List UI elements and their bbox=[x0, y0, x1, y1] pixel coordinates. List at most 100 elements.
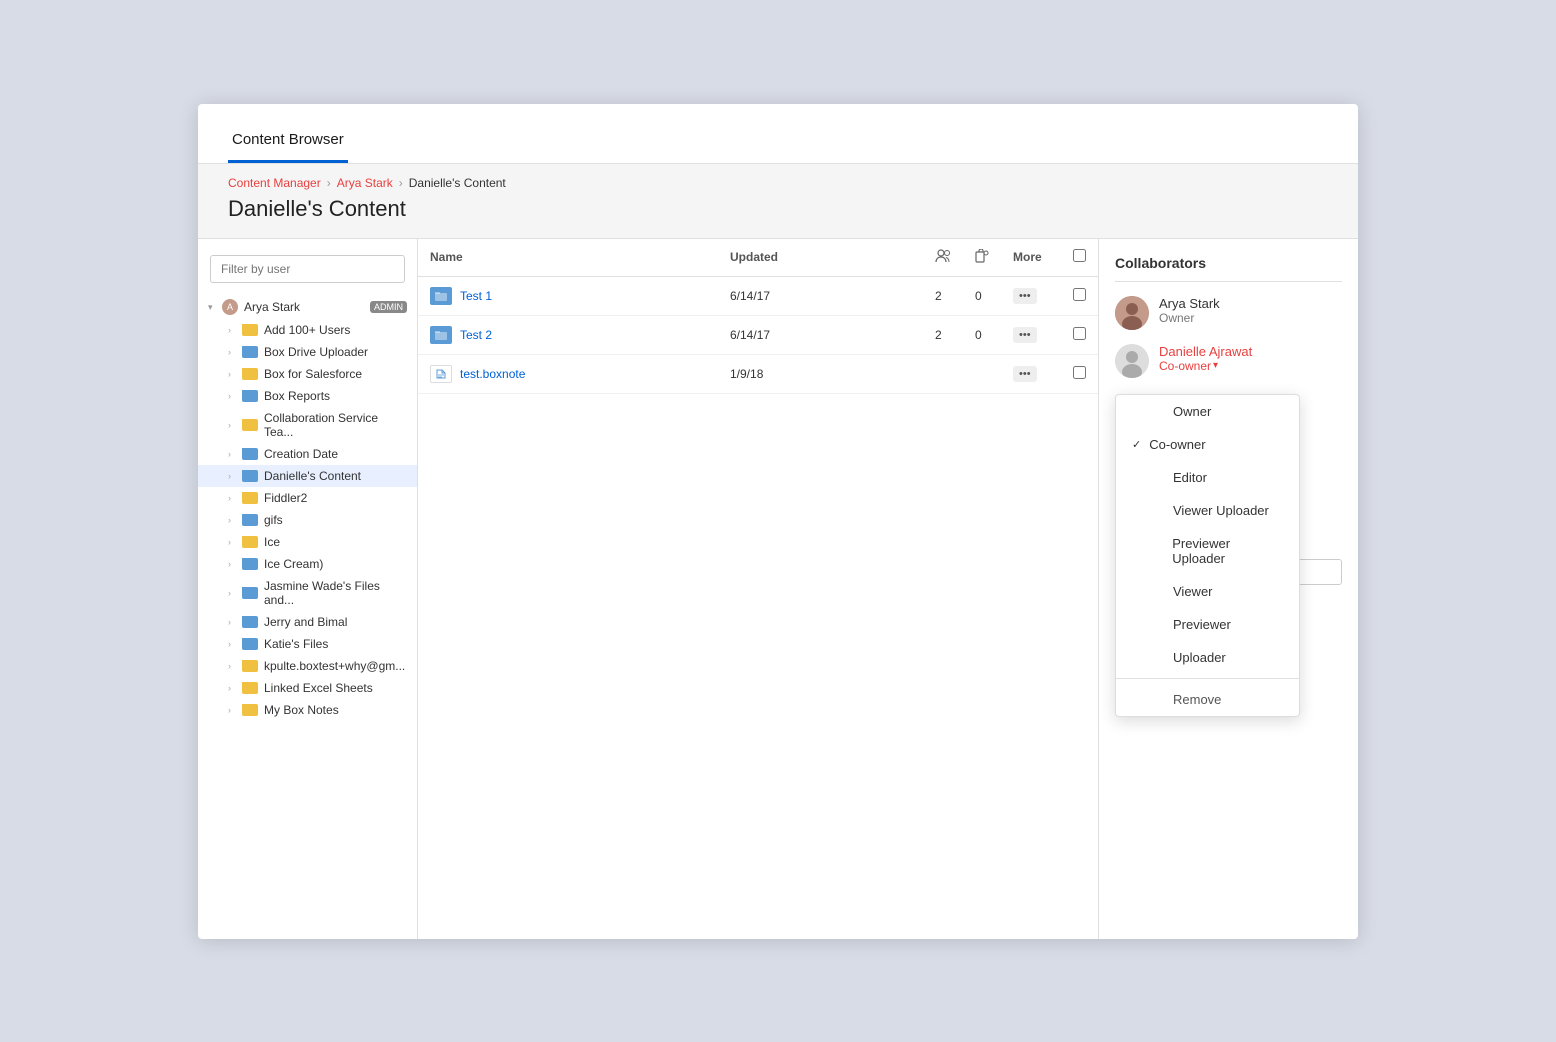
file-collab-test1: 2 bbox=[923, 276, 963, 315]
note-file-icon bbox=[430, 365, 452, 383]
note-shape bbox=[435, 368, 447, 380]
chevron-right-icon: › bbox=[228, 369, 238, 379]
chevron-right-icon: › bbox=[228, 420, 238, 430]
role-dropdown-arrow[interactable]: ▾ bbox=[1213, 360, 1218, 371]
file-updated-boxnote: 1/9/18 bbox=[718, 354, 923, 393]
sidebar-item-add-100-users[interactable]: › Add 100+ Users bbox=[198, 319, 417, 341]
sidebar-label-katies-files: Katie's Files bbox=[264, 637, 407, 651]
file-list: Name Updated bbox=[418, 239, 1098, 939]
sidebar-item-fiddler2[interactable]: › Fiddler2 bbox=[198, 487, 417, 509]
sidebar-item-gifs[interactable]: › gifs bbox=[198, 509, 417, 531]
file-check-test2 bbox=[1061, 315, 1098, 354]
folder-icon bbox=[242, 660, 258, 672]
sidebar-item-danielles-content[interactable]: › Danielle's Content bbox=[198, 465, 417, 487]
shared-icon bbox=[975, 249, 989, 263]
sidebar-label-collaboration-service: Collaboration Service Tea... bbox=[264, 411, 407, 439]
chevron-right-icon: › bbox=[228, 347, 238, 357]
dropdown-item-viewer-uploader[interactable]: Viewer Uploader bbox=[1116, 494, 1299, 527]
collab-role-arya: Owner bbox=[1159, 311, 1220, 325]
folder-blue-icon bbox=[242, 390, 258, 402]
collab-role-danielle[interactable]: Co-owner bbox=[1159, 359, 1211, 373]
collab-info-arya: Arya Stark Owner bbox=[1159, 296, 1220, 325]
folder-blue-icon bbox=[242, 346, 258, 358]
sidebar-item-my-box-notes[interactable]: › My Box Notes bbox=[198, 699, 417, 721]
sidebar-label-ice: Ice bbox=[264, 535, 407, 549]
sidebar-label-creation-date: Creation Date bbox=[264, 447, 407, 461]
sidebar-item-jerry-and-bimal[interactable]: › Jerry and Bimal bbox=[198, 611, 417, 633]
dropdown-item-previewer-uploader[interactable]: Previewer Uploader bbox=[1116, 527, 1299, 575]
sidebar-label-kpulte: kpulte.boxtest+why@gm... bbox=[264, 659, 407, 673]
sidebar-item-kpulte-boxtest[interactable]: › kpulte.boxtest+why@gm... bbox=[198, 655, 417, 677]
col-header-collab bbox=[923, 239, 963, 277]
avatar-danielle-ajrawat bbox=[1115, 344, 1149, 378]
folder-shape bbox=[435, 330, 447, 340]
folder-icon bbox=[242, 682, 258, 694]
dropdown-divider bbox=[1116, 678, 1299, 679]
more-button-test2[interactable]: ••• bbox=[1013, 327, 1037, 343]
file-check-boxnote bbox=[1061, 354, 1098, 393]
table-row: test.boxnote 1/9/18 ••• bbox=[418, 354, 1098, 393]
more-button-boxnote[interactable]: ••• bbox=[1013, 366, 1037, 382]
dropdown-item-remove[interactable]: Remove bbox=[1116, 683, 1299, 716]
checkbox-boxnote[interactable] bbox=[1073, 366, 1086, 379]
collab-name-arya: Arya Stark bbox=[1159, 296, 1220, 311]
sidebar-item-box-for-salesforce[interactable]: › Box for Salesforce bbox=[198, 363, 417, 385]
admin-badge: ADMIN bbox=[370, 301, 407, 313]
sidebar-item-ice-cream[interactable]: › Ice Cream) bbox=[198, 553, 417, 575]
sidebar-item-collaboration-service[interactable]: › Collaboration Service Tea... bbox=[198, 407, 417, 443]
dropdown-item-uploader[interactable]: Uploader bbox=[1116, 641, 1299, 674]
tab-content-browser[interactable]: Content Browser bbox=[228, 119, 348, 163]
table-row: Test 2 6/14/17 2 0 ••• bbox=[418, 315, 1098, 354]
sidebar-item-creation-date[interactable]: › Creation Date bbox=[198, 443, 417, 465]
more-button-test1[interactable]: ••• bbox=[1013, 288, 1037, 304]
file-collab-boxnote bbox=[923, 354, 963, 393]
sidebar-label-gifs: gifs bbox=[264, 513, 407, 527]
collaborators-title: Collaborators bbox=[1115, 255, 1342, 282]
file-updated-test1: 6/14/17 bbox=[718, 276, 923, 315]
avatar-arya-stark bbox=[1115, 296, 1149, 330]
checkbox-test1[interactable] bbox=[1073, 288, 1086, 301]
file-name-cell-test2: Test 2 bbox=[418, 315, 718, 354]
dropdown-item-viewer[interactable]: Viewer bbox=[1116, 575, 1299, 608]
folder-blue-icon bbox=[242, 587, 258, 599]
chevron-down-icon: ▾ bbox=[208, 302, 218, 312]
checkbox-test2[interactable] bbox=[1073, 327, 1086, 340]
breadcrumb-content-manager[interactable]: Content Manager bbox=[228, 176, 321, 190]
breadcrumb-arya-stark[interactable]: Arya Stark bbox=[337, 176, 393, 190]
breadcrumb-section: Content Manager › Arya Stark › Danielle'… bbox=[198, 164, 1358, 239]
file-name-boxnote[interactable]: test.boxnote bbox=[460, 367, 525, 381]
col-header-name: Name bbox=[418, 239, 718, 277]
sidebar: ▾ A Arya Stark ADMIN › Add 100+ Users › … bbox=[198, 239, 418, 939]
sidebar-label-box-drive-uploader: Box Drive Uploader bbox=[264, 345, 407, 359]
folder-file-icon bbox=[430, 287, 452, 305]
file-check-test1 bbox=[1061, 276, 1098, 315]
sidebar-item-linked-excel[interactable]: › Linked Excel Sheets bbox=[198, 677, 417, 699]
dropdown-item-co-owner[interactable]: Co-owner bbox=[1116, 428, 1299, 461]
file-name-test2[interactable]: Test 2 bbox=[460, 328, 492, 342]
folder-icon bbox=[242, 492, 258, 504]
select-all-checkbox[interactable] bbox=[1073, 249, 1086, 262]
breadcrumb-sep-1: › bbox=[327, 176, 331, 190]
sidebar-item-box-drive-uploader[interactable]: › Box Drive Uploader bbox=[198, 341, 417, 363]
filter-input[interactable] bbox=[210, 255, 405, 283]
chevron-right-icon: › bbox=[228, 683, 238, 693]
collaborators-icon bbox=[935, 249, 951, 263]
collaborator-item-danielle: Danielle Ajrawat Co-owner ▾ Owner Co-own… bbox=[1115, 344, 1342, 378]
danielle-avatar bbox=[1115, 344, 1149, 378]
dropdown-item-previewer[interactable]: Previewer bbox=[1116, 608, 1299, 641]
folder-blue-icon bbox=[242, 638, 258, 650]
sidebar-item-jasmine-wade[interactable]: › Jasmine Wade's Files and... bbox=[198, 575, 417, 611]
folder-blue-icon bbox=[242, 470, 258, 482]
sidebar-label-box-for-salesforce: Box for Salesforce bbox=[264, 367, 407, 381]
file-table: Name Updated bbox=[418, 239, 1098, 394]
sidebar-label-jasmine-wade: Jasmine Wade's Files and... bbox=[264, 579, 407, 607]
sidebar-item-katies-files[interactable]: › Katie's Files bbox=[198, 633, 417, 655]
dropdown-item-editor[interactable]: Editor bbox=[1116, 461, 1299, 494]
dropdown-item-owner[interactable]: Owner bbox=[1116, 395, 1299, 428]
sidebar-label-add-100-users: Add 100+ Users bbox=[264, 323, 407, 337]
sidebar-item-arya-stark[interactable]: ▾ A Arya Stark ADMIN bbox=[198, 295, 417, 319]
sidebar-item-box-reports[interactable]: › Box Reports bbox=[198, 385, 417, 407]
sidebar-item-ice[interactable]: › Ice bbox=[198, 531, 417, 553]
filter-wrap bbox=[198, 255, 417, 295]
file-name-test1[interactable]: Test 1 bbox=[460, 289, 492, 303]
